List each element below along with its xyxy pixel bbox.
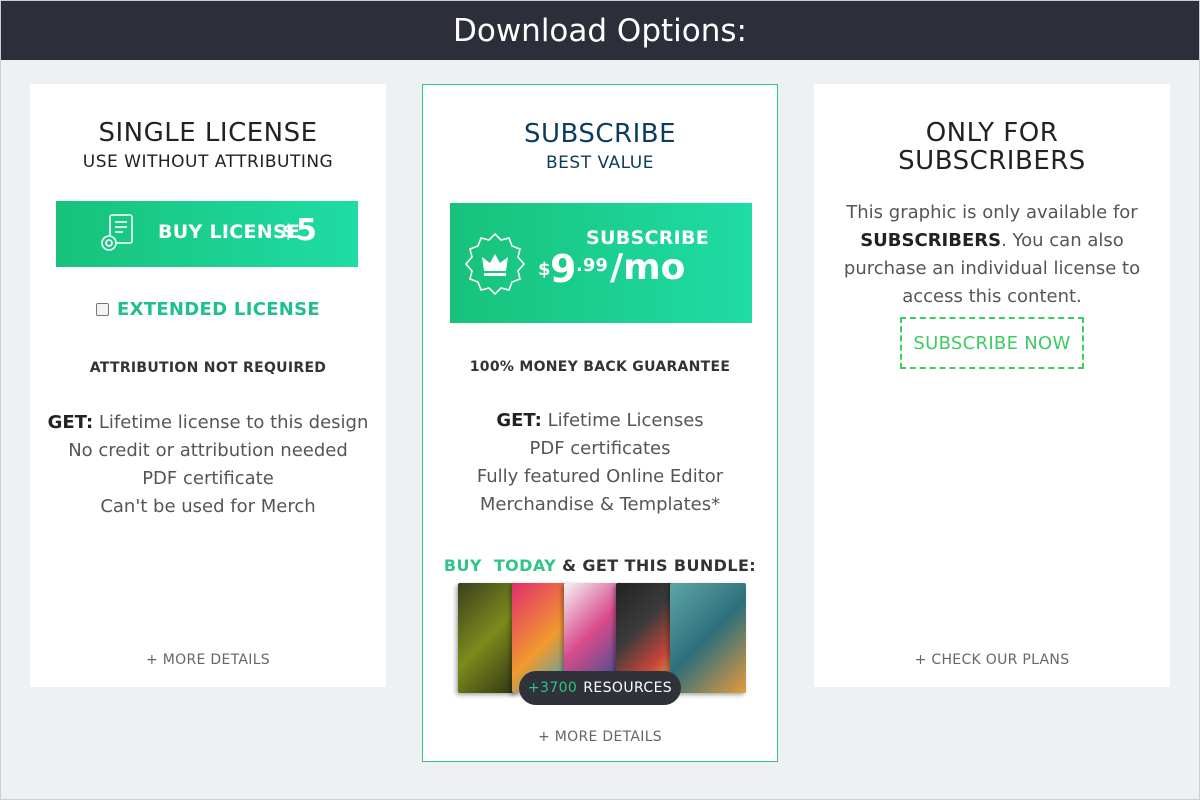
- subscribers-only-card: ONLY FOR SUBSCRIBERS This graphic is onl…: [814, 84, 1170, 687]
- bundle-box: [458, 583, 518, 693]
- info-line: purchase an individual license to: [843, 258, 1141, 279]
- bundle-heading: BUY TODAY & GET THIS BUNDLE:: [423, 556, 777, 575]
- guarantee-note: 100% MONEY BACK GUARANTEE: [469, 359, 731, 375]
- check-plans-link[interactable]: + CHECK OUR PLANS: [814, 652, 1170, 668]
- benefit-item: PDF certificates: [529, 438, 671, 459]
- price-value: 9: [550, 247, 577, 291]
- bundle-buy: BUY: [443, 556, 482, 575]
- page-header: Download Options:: [1, 1, 1199, 60]
- card-title: SUBSCRIBE: [523, 119, 677, 149]
- benefit-item: Lifetime Licenses: [547, 410, 704, 431]
- extended-license-label: EXTENDED LICENSE: [116, 299, 321, 320]
- certificate-icon: [98, 213, 144, 259]
- info-line: access this content.: [902, 286, 1082, 307]
- resources-count: +3700: [527, 680, 578, 696]
- get-label: GET:: [47, 412, 94, 433]
- more-details-link[interactable]: + MORE DETAILS: [423, 729, 777, 745]
- benefit-item: Lifetime license to this design: [98, 412, 369, 433]
- benefit-item: Merchandise & Templates*: [479, 494, 721, 515]
- attribution-note: ATTRIBUTION NOT REQUIRED: [89, 360, 327, 376]
- subscribe-label: SUBSCRIBE: [586, 227, 710, 249]
- extended-license-checkbox[interactable]: [95, 303, 109, 316]
- subscribe-now-button[interactable]: SUBSCRIBE NOW: [900, 317, 1084, 369]
- info-line: This graphic is only available for: [846, 202, 1138, 223]
- card-title-line2: SUBSCRIBERS: [898, 146, 1086, 176]
- crown-badge-icon: [462, 231, 528, 301]
- price-currency: $: [282, 221, 295, 242]
- card-title-line1: ONLY FOR: [925, 118, 1059, 148]
- price-currency: $: [538, 259, 551, 280]
- benefit-item: No credit or attribution needed: [68, 440, 348, 461]
- benefit-item: PDF certificate: [142, 468, 274, 489]
- price-value: 5: [296, 213, 317, 248]
- benefits-list: GET: Lifetime Licenses PDF certificates …: [423, 407, 777, 519]
- benefits-list: GET: Lifetime license to this design No …: [30, 409, 386, 521]
- price-cents: .99: [576, 255, 608, 276]
- get-label: GET:: [496, 410, 542, 431]
- more-details-link[interactable]: + MORE DETAILS: [30, 652, 386, 668]
- card-subtitle: USE WITHOUT ATTRIBUTING: [82, 152, 334, 172]
- subscribe-card: SUBSCRIBE BEST VALUE SUBSCRIBE $ 9 .99 /…: [422, 84, 778, 762]
- info-line: . You can also: [1001, 230, 1124, 251]
- resources-badge: +3700 RESOURCES: [519, 671, 681, 705]
- benefit-item: Fully featured Online Editor: [476, 466, 724, 487]
- page-title: Download Options:: [452, 12, 747, 49]
- subscribers-info: This graphic is only available for SUBSC…: [814, 199, 1170, 311]
- resources-label: RESOURCES: [583, 680, 673, 696]
- single-license-card: SINGLE LICENSE USE WITHOUT ATTRIBUTING B…: [30, 84, 386, 687]
- bundle-today: TODAY: [493, 556, 557, 575]
- buy-license-button[interactable]: BUY LICENSE $ 5: [56, 201, 358, 267]
- extended-license-option[interactable]: EXTENDED LICENSE: [30, 299, 386, 320]
- subscribe-button[interactable]: SUBSCRIBE $ 9 .99 /mo: [450, 203, 752, 323]
- bundle-rest: & GET THIS BUNDLE:: [562, 556, 757, 575]
- info-bold: SUBSCRIBERS: [860, 230, 1002, 251]
- bundle-box: [670, 583, 746, 693]
- card-subtitle: BEST VALUE: [546, 153, 654, 173]
- price-period: /mo: [610, 247, 686, 288]
- card-title: SINGLE LICENSE: [98, 118, 318, 148]
- buy-license-label: BUY LICENSE: [158, 221, 301, 243]
- benefit-item: Can't be used for Merch: [100, 496, 316, 517]
